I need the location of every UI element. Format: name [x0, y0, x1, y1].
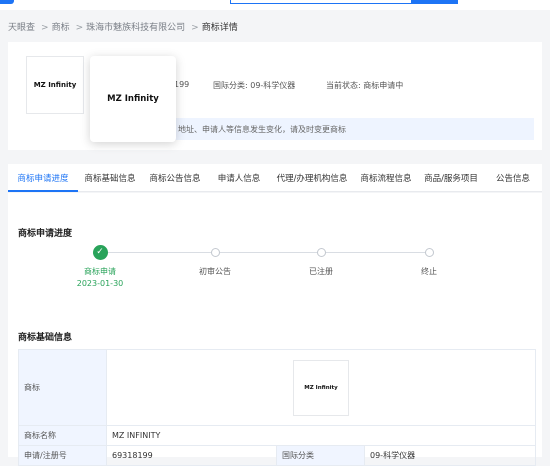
step-label: 已注册 — [309, 267, 333, 276]
search-input[interactable] — [230, 0, 412, 4]
search-button[interactable] — [412, 0, 458, 4]
tab-content-panel: 商标申请进度 ✓ 商标申请 2023-01-30 初审公告 已注册 终止 商标基… — [8, 193, 542, 466]
tab-bulletin-info[interactable]: 公告信息 — [484, 164, 542, 192]
basic-info-section-title: 商标基础信息 — [18, 333, 73, 343]
logo-wordmark: MZ Infinity — [107, 94, 159, 104]
trademark-logo-preview: MZ Infinity — [90, 56, 176, 142]
breadcrumb-link-trademark[interactable]: 商标 — [52, 23, 70, 33]
table-label-cell: 商标 — [18, 349, 107, 426]
step-label: 商标申请 — [84, 267, 116, 276]
breadcrumb-link-home[interactable]: 天眼查 — [8, 23, 35, 33]
trademark-logo-image[interactable]: MZ Infinity — [293, 359, 349, 416]
tab-applicant-info[interactable]: 申请人信息 — [208, 164, 270, 192]
top-search-bar — [0, 0, 550, 10]
tab-goods-services[interactable]: 商品/服务项目 — [418, 164, 484, 192]
step-label: 终止 — [421, 267, 437, 276]
step-date: 2023-01-30 — [76, 279, 124, 288]
check-circle-icon: ✓ — [92, 245, 108, 260]
table-label-cell: 申请/注册号 — [18, 445, 107, 466]
table-row: 商标名称 MZ INFINITY — [18, 425, 536, 446]
step-pending-dot — [316, 248, 326, 257]
progress-section-title: 商标申请进度 — [18, 229, 73, 239]
tab-application-progress[interactable]: 商标申请进度 — [8, 164, 78, 192]
trademark-logo-thumbnail[interactable]: MZ Infinity — [26, 56, 84, 114]
application-progress-steps: ✓ 商标申请 2023-01-30 初审公告 已注册 终止 — [8, 245, 542, 305]
current-status: 当前状态: 商标申请中 — [326, 81, 404, 90]
table-value-cell: MZ Infinity — [106, 349, 536, 426]
brand-logo-fragment — [0, 0, 14, 4]
progress-step-applied: ✓ 商标申请 2023-01-30 — [70, 245, 130, 288]
table-label-cell: 商标名称 — [18, 425, 107, 446]
progress-track — [100, 252, 430, 253]
progress-step-preliminary: 初审公告 — [185, 245, 245, 277]
breadcrumb-link-company[interactable]: 珠海市魅族科技有限公司 — [86, 23, 185, 33]
international-class-value: 09-科学仪器 — [364, 445, 536, 466]
step-label: 初审公告 — [199, 267, 231, 276]
table-row: 商标 MZ Infinity — [18, 349, 536, 426]
step-pending-dot — [210, 248, 220, 257]
tab-agency-info[interactable]: 代理/办理机构信息 — [270, 164, 354, 192]
registration-number-value: 69318199 — [106, 445, 277, 466]
international-class: 国际分类: 09-科学仪器 — [213, 81, 296, 90]
progress-step-terminated: 终止 — [399, 245, 459, 277]
tab-process-info[interactable]: 商标流程信息 — [354, 164, 418, 192]
detail-tabs: 商标申请进度 商标基础信息 商标公告信息 申请人信息 代理/办理机构信息 商标流… — [8, 164, 542, 192]
breadcrumb: 天眼查 > 商标 > 珠海市魅族科技有限公司 > 商标详情 — [8, 20, 241, 33]
trademark-name-value: MZ INFINITY — [106, 425, 536, 446]
progress-step-registered: 已注册 — [291, 245, 351, 277]
basic-info-table: 商标 MZ Infinity 商标名称 MZ INFINITY 申请/注册号 6… — [18, 349, 536, 466]
registration-number-partial: 199 — [174, 80, 190, 89]
logo-wordmark: MZ Infinity — [304, 384, 338, 391]
trademark-header-card: MZ Infinity MZ Infinity 199 国际分类: 09-科学仪… — [8, 42, 542, 150]
tab-basic-info[interactable]: 商标基础信息 — [78, 164, 142, 192]
breadcrumb-separator: > — [191, 23, 199, 33]
breadcrumb-current: 商标详情 — [201, 23, 238, 33]
tab-announcement-info[interactable]: 商标公告信息 — [142, 164, 208, 192]
breadcrumb-separator: > — [41, 23, 49, 33]
logo-wordmark: MZ Infinity — [33, 81, 77, 89]
change-notice: 地址、申请人等信息发生变化，请及时变更商标 — [158, 118, 534, 140]
breadcrumb-separator: > — [75, 23, 84, 33]
table-label-cell: 国际分类 — [276, 445, 365, 466]
table-row: 申请/注册号 69318199 国际分类 09-科学仪器 — [18, 445, 536, 466]
step-pending-dot — [424, 248, 434, 257]
